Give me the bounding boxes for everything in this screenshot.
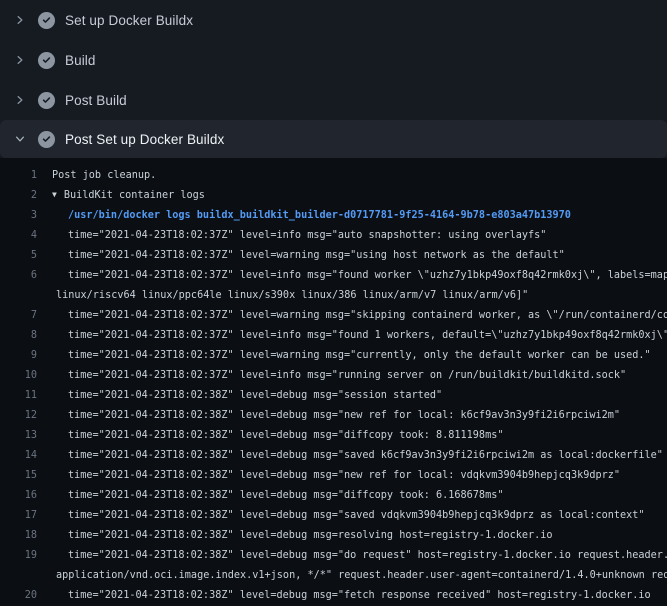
- group-title[interactable]: BuildKit container logs: [64, 190, 205, 201]
- log-line: 7 time="2021-04-23T18:02:37Z" level=warni…: [0, 306, 667, 326]
- log-line: 4 time="2021-04-23T18:02:37Z" level=info …: [0, 226, 667, 246]
- step-row-post-set-up-docker-buildx[interactable]: Post Set up Docker Buildx: [0, 120, 667, 158]
- log-text: time="2021-04-23T18:02:37Z" level=warnin…: [52, 306, 667, 326]
- line-number[interactable]: 14: [0, 446, 37, 466]
- log-text: application/vnd.oci.image.index.v1+json,…: [52, 566, 667, 586]
- line-number: [0, 286, 37, 306]
- log-text: time="2021-04-23T18:02:38Z" level=debug …: [52, 406, 620, 426]
- check-circle-icon: [38, 52, 55, 69]
- log-line: 2 ▼ BuildKit container logs: [0, 186, 667, 206]
- log-line: 6 time="2021-04-23T18:02:37Z" level=info …: [0, 266, 667, 286]
- line-number[interactable]: 9: [0, 346, 37, 366]
- log-text: time="2021-04-23T18:02:37Z" level=warnin…: [52, 346, 651, 366]
- log-line: 16 time="2021-04-23T18:02:38Z" level=debu…: [0, 486, 667, 506]
- log-text: time="2021-04-23T18:02:37Z" level=warnin…: [52, 246, 565, 266]
- line-number[interactable]: 18: [0, 526, 37, 546]
- step-title: Build: [65, 53, 96, 68]
- log-text: time="2021-04-23T18:02:37Z" level=info m…: [52, 326, 667, 346]
- steps-zone: Set up Docker Buildx Build Post Build Post …: [0, 0, 667, 158]
- log-text: time="2021-04-23T18:02:38Z" level=debug …: [52, 446, 663, 466]
- command-text: /usr/bin/docker logs buildx_buildkit_bui…: [52, 206, 571, 226]
- log-text: time="2021-04-23T18:02:38Z" level=debug …: [52, 426, 503, 446]
- step-row-post-build[interactable]: Post Build: [0, 80, 667, 120]
- log-line: 8 time="2021-04-23T18:02:37Z" level=info …: [0, 326, 667, 346]
- log-text: time="2021-04-23T18:02:38Z" level=debug …: [52, 486, 503, 506]
- log-lines: 1 Post job cleanup. 2 ▼ BuildKit container l…: [0, 166, 667, 606]
- chevron-right-icon[interactable]: [12, 12, 28, 28]
- step-title: Post Build: [65, 93, 127, 108]
- log-line: 17 time="2021-04-23T18:02:38Z" level=debu…: [0, 506, 667, 526]
- log-line: 15 time="2021-04-23T18:02:38Z" level=debu…: [0, 466, 667, 486]
- log-line: 13 time="2021-04-23T18:02:38Z" level=debu…: [0, 426, 667, 446]
- line-number[interactable]: 19: [0, 546, 37, 566]
- log-line: 12 time="2021-04-23T18:02:38Z" level=debu…: [0, 406, 667, 426]
- log-line: 9 time="2021-04-23T18:02:37Z" level=warni…: [0, 346, 667, 366]
- line-number[interactable]: 3: [0, 206, 37, 226]
- log-line: 3/usr/bin/docker logs buildx_buildkit_bu…: [0, 206, 667, 226]
- log-text: Post job cleanup.: [52, 166, 156, 186]
- line-number[interactable]: 16: [0, 486, 37, 506]
- check-circle-icon: [38, 131, 55, 148]
- log-text: time="2021-04-23T18:02:38Z" level=debug …: [52, 506, 645, 526]
- line-number[interactable]: 10: [0, 366, 37, 386]
- step-row-build[interactable]: Build: [0, 40, 667, 80]
- log-text: time="2021-04-23T18:02:38Z" level=debug …: [52, 386, 442, 406]
- log-text: time="2021-04-23T18:02:38Z" level=debug …: [52, 466, 620, 486]
- line-number[interactable]: 12: [0, 406, 37, 426]
- chevron-right-icon[interactable]: [12, 52, 28, 68]
- log-text: time="2021-04-23T18:02:38Z" level=debug …: [52, 526, 553, 546]
- line-number[interactable]: 2: [0, 186, 37, 206]
- log-line: linux/riscv64 linux/ppc64le linux/s390x …: [0, 286, 667, 306]
- step-row-set-up-docker-buildx[interactable]: Set up Docker Buildx: [0, 0, 667, 40]
- log-text: linux/riscv64 linux/ppc64le linux/s390x …: [52, 286, 528, 306]
- steps-list: Set up Docker Buildx Build Post Build Post …: [0, 0, 667, 158]
- log-line: 14 time="2021-04-23T18:02:38Z" level=debu…: [0, 446, 667, 466]
- log-text: time="2021-04-23T18:02:37Z" level=info m…: [52, 226, 546, 246]
- line-number: [0, 566, 37, 586]
- log-text: ▼ BuildKit container logs: [52, 186, 205, 206]
- check-circle-icon: [38, 12, 55, 29]
- line-number[interactable]: 1: [0, 166, 37, 186]
- log-line: application/vnd.oci.image.index.v1+json,…: [0, 566, 667, 586]
- line-number[interactable]: 17: [0, 506, 37, 526]
- log-line: 18 time="2021-04-23T18:02:38Z" level=debu…: [0, 526, 667, 546]
- line-number[interactable]: 6: [0, 266, 37, 286]
- log-viewer: 1 Post job cleanup. 2 ▼ BuildKit container l…: [0, 158, 667, 606]
- log-text: time="2021-04-23T18:02:37Z" level=info m…: [52, 266, 667, 286]
- line-number[interactable]: 13: [0, 426, 37, 446]
- log-line: 5 time="2021-04-23T18:02:37Z" level=warni…: [0, 246, 667, 266]
- line-number[interactable]: 11: [0, 386, 37, 406]
- step-title: Post Set up Docker Buildx: [65, 132, 224, 147]
- line-number[interactable]: 5: [0, 246, 37, 266]
- line-number[interactable]: 8: [0, 326, 37, 346]
- log-line: 1 Post job cleanup.: [0, 166, 667, 186]
- check-circle-icon: [38, 92, 55, 109]
- line-number[interactable]: 7: [0, 306, 37, 326]
- line-number[interactable]: 15: [0, 466, 37, 486]
- chevron-right-icon[interactable]: [12, 92, 28, 108]
- log-text: time="2021-04-23T18:02:38Z" level=debug …: [52, 586, 651, 606]
- group-collapse-marker-icon[interactable]: ▼: [52, 185, 57, 205]
- log-line: 20 time="2021-04-23T18:02:38Z" level=debu…: [0, 586, 667, 606]
- chevron-down-icon[interactable]: [12, 131, 28, 147]
- step-title: Set up Docker Buildx: [65, 13, 193, 28]
- log-text: time="2021-04-23T18:02:38Z" level=debug …: [52, 546, 667, 566]
- log-line: 11 time="2021-04-23T18:02:38Z" level=debu…: [0, 386, 667, 406]
- log-line: 19 time="2021-04-23T18:02:38Z" level=debu…: [0, 546, 667, 566]
- line-number[interactable]: 20: [0, 586, 37, 606]
- line-number[interactable]: 4: [0, 226, 37, 246]
- log-line: 10 time="2021-04-23T18:02:37Z" level=info…: [0, 366, 667, 386]
- log-text: time="2021-04-23T18:02:37Z" level=info m…: [52, 366, 626, 386]
